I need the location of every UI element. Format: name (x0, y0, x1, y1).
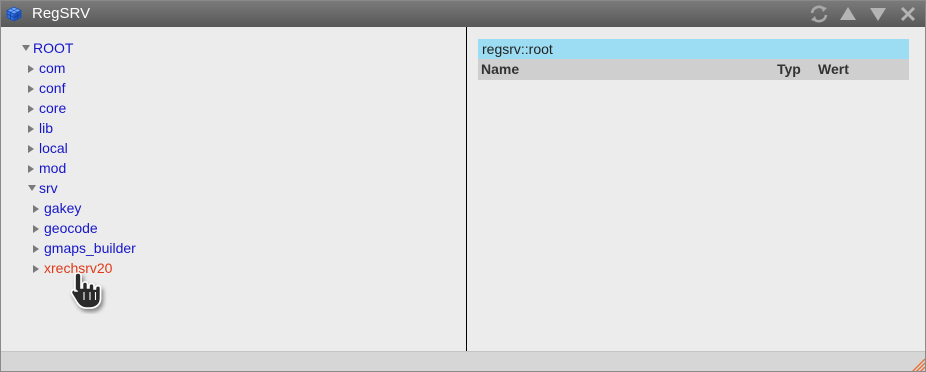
refresh-button[interactable] (809, 5, 828, 23)
triangle-down-icon (870, 8, 886, 21)
tree-node-local[interactable]: local (27, 138, 68, 158)
tree-node-core[interactable]: core (27, 98, 66, 118)
tree-node-label[interactable]: core (39, 100, 66, 116)
column-name[interactable]: Name (481, 59, 519, 80)
registry-path: regsrv::root (478, 39, 909, 59)
tree-node-gakey[interactable]: gakey (32, 198, 81, 218)
regsrv-window: RegSRV ROOT com conf core lib local mod … (0, 0, 926, 372)
tree-node-label[interactable]: geocode (44, 220, 98, 236)
move-down-button[interactable] (869, 5, 887, 23)
tree-node-srv[interactable]: srv (27, 178, 58, 198)
triangle-up-icon (840, 7, 856, 20)
tree-node-root[interactable]: ROOT (21, 38, 73, 58)
tree-node-label[interactable]: local (39, 140, 68, 156)
status-bar (1, 351, 925, 371)
collapsed-arrow-icon[interactable] (27, 138, 39, 158)
expanded-arrow-icon[interactable] (21, 38, 33, 58)
tree-node-xrechsrv20[interactable]: xrechsrv20 (32, 258, 112, 278)
close-icon (900, 6, 916, 22)
resize-grip-icon[interactable] (909, 356, 925, 371)
collapsed-arrow-icon[interactable] (27, 98, 39, 118)
tree-node-label[interactable]: gmaps_builder (44, 240, 136, 256)
column-type[interactable]: Typ (777, 59, 801, 80)
app-cube-icon (6, 6, 22, 22)
tree-node-label[interactable]: ROOT (33, 40, 73, 56)
tree-node-geocode[interactable]: geocode (32, 218, 98, 238)
collapsed-arrow-icon[interactable] (32, 238, 44, 258)
tree-node-gmaps-builder[interactable]: gmaps_builder (32, 238, 136, 258)
tree-node-conf[interactable]: conf (27, 78, 65, 98)
tree-pane: ROOT com conf core lib local mod srv gak… (1, 27, 466, 351)
column-value[interactable]: Wert (818, 59, 849, 80)
detail-pane: regsrv::root Name Typ Wert (467, 27, 925, 351)
column-header: Name Typ Wert (478, 59, 909, 80)
window-title: RegSRV (32, 5, 91, 22)
collapsed-arrow-icon[interactable] (27, 58, 39, 78)
tree-node-label[interactable]: lib (39, 120, 53, 136)
collapsed-arrow-icon[interactable] (27, 158, 39, 178)
tree-node-lib[interactable]: lib (27, 118, 53, 138)
tree-node-mod[interactable]: mod (27, 158, 66, 178)
tree-node-com[interactable]: com (27, 58, 65, 78)
refresh-icon (810, 5, 828, 23)
main-content: ROOT com conf core lib local mod srv gak… (1, 27, 925, 351)
collapsed-arrow-icon[interactable] (32, 258, 44, 278)
tree-node-label[interactable]: com (39, 60, 65, 76)
collapsed-arrow-icon[interactable] (27, 118, 39, 138)
collapsed-arrow-icon[interactable] (32, 218, 44, 238)
tree-node-label-hovered[interactable]: xrechsrv20 (44, 260, 112, 276)
close-button[interactable] (899, 5, 917, 23)
tree-node-label[interactable]: mod (39, 160, 66, 176)
tree-node-label[interactable]: srv (39, 180, 58, 196)
expanded-arrow-icon[interactable] (27, 178, 39, 198)
title-bar[interactable]: RegSRV (1, 1, 925, 27)
tree-node-label[interactable]: conf (39, 80, 65, 96)
collapsed-arrow-icon[interactable] (32, 198, 44, 218)
collapsed-arrow-icon[interactable] (27, 78, 39, 98)
move-up-button[interactable] (839, 5, 857, 23)
tree-node-label[interactable]: gakey (44, 200, 81, 216)
